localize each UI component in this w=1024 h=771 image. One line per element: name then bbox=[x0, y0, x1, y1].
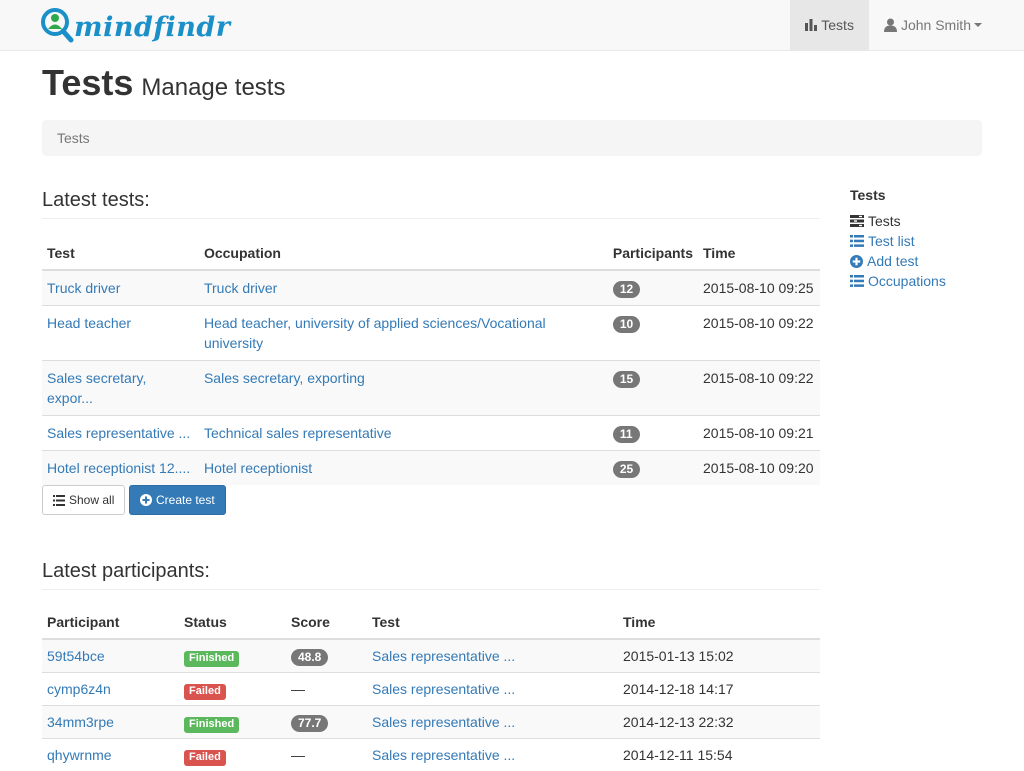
participants-badge: 12 bbox=[613, 281, 640, 298]
sidebar-item-label: Tests bbox=[868, 213, 901, 229]
occupation-link[interactable]: Sales secretary, exporting bbox=[204, 370, 365, 386]
participant-time: 2014-12-13 22:32 bbox=[618, 706, 820, 739]
sidebar-item-label: Add test bbox=[867, 253, 918, 269]
participants-badge: 11 bbox=[613, 426, 640, 443]
column-header-time: Time bbox=[618, 606, 820, 639]
test-time: 2015-08-10 09:21 bbox=[698, 416, 820, 451]
breadcrumb-current: Tests bbox=[57, 130, 90, 146]
participant-link[interactable]: qhywrnme bbox=[47, 747, 112, 763]
latest-participants-table: Participant Status Score Test Time 59t54… bbox=[42, 606, 820, 771]
create-test-label: Create test bbox=[156, 493, 215, 507]
participant-time: 2014-12-18 14:17 bbox=[618, 673, 820, 706]
magnifier-person-logo-icon bbox=[40, 7, 74, 45]
test-time: 2015-08-10 09:20 bbox=[698, 451, 820, 486]
plus-circle-icon bbox=[140, 494, 152, 506]
occupation-link[interactable]: Hotel receptionist bbox=[204, 460, 312, 476]
test-link[interactable]: Head teacher bbox=[47, 315, 131, 331]
list-icon bbox=[850, 275, 864, 287]
nav-tests-label: Tests bbox=[821, 17, 854, 33]
sidebar-item-label: Test list bbox=[868, 233, 915, 249]
table-row: Sales secretary, expor... Sales secretar… bbox=[42, 361, 820, 416]
column-header-test: Test bbox=[367, 606, 618, 639]
breadcrumb: Tests bbox=[42, 120, 982, 156]
nav-tests[interactable]: Tests bbox=[790, 0, 869, 50]
participant-link[interactable]: 59t54bce bbox=[47, 648, 105, 664]
page-header: Tests Manage tests bbox=[42, 62, 285, 104]
column-header-status: Status bbox=[179, 606, 286, 639]
table-row: Hotel receptionist 12.... Hotel receptio… bbox=[42, 451, 820, 486]
sidebar-item-label: Occupations bbox=[868, 273, 946, 289]
participants-badge: 15 bbox=[613, 371, 640, 388]
status-badge: Failed bbox=[184, 750, 226, 766]
test-link[interactable]: Truck driver bbox=[47, 280, 120, 296]
score-value: — bbox=[286, 673, 367, 706]
caret-down-icon bbox=[974, 23, 982, 27]
occupation-link[interactable]: Technical sales representative bbox=[204, 425, 392, 441]
table-row: Sales representative ... Technical sales… bbox=[42, 416, 820, 451]
sidebar: Tests Tests Test list Add test Occupatio… bbox=[850, 187, 1000, 291]
latest-participants-heading: Latest participants: bbox=[42, 560, 820, 590]
participants-badge: 25 bbox=[613, 461, 640, 478]
list-icon bbox=[53, 495, 65, 506]
page-title: Tests bbox=[42, 62, 133, 103]
test-time: 2015-08-10 09:25 bbox=[698, 270, 820, 306]
page-subtitle: Manage tests bbox=[141, 74, 285, 101]
table-row: 34mm3rpe Finished 77.7 Sales representat… bbox=[42, 706, 820, 739]
bar-chart-icon bbox=[805, 19, 817, 31]
table-row: Truck driver Truck driver 12 2015-08-10 … bbox=[42, 270, 820, 306]
score-value: — bbox=[286, 739, 367, 771]
table-row: 59t54bce Finished 48.8 Sales representat… bbox=[42, 639, 820, 673]
test-link[interactable]: Sales representative ... bbox=[47, 425, 190, 441]
test-link[interactable]: Sales representative ... bbox=[372, 681, 515, 697]
occupation-link[interactable]: Head teacher, university of applied scie… bbox=[204, 315, 546, 351]
latest-tests-table: Test Occupation Participants Time Truck … bbox=[42, 237, 820, 485]
column-header-participants: Participants bbox=[608, 237, 698, 270]
participant-link[interactable]: 34mm3rpe bbox=[47, 714, 114, 730]
test-link[interactable]: Sales representative ... bbox=[372, 648, 515, 664]
test-time: 2015-08-10 09:22 bbox=[698, 361, 820, 416]
test-link[interactable]: Sales representative ... bbox=[372, 714, 515, 730]
participants-badge: 10 bbox=[613, 316, 640, 333]
column-header-occupation: Occupation bbox=[199, 237, 608, 270]
sidebar-item-test-list[interactable]: Test list bbox=[850, 231, 1000, 251]
test-link[interactable]: Hotel receptionist 12.... bbox=[47, 460, 190, 476]
show-all-label: Show all bbox=[69, 493, 114, 507]
sidebar-title: Tests bbox=[850, 187, 1000, 203]
nav-user-dropdown[interactable]: John Smith bbox=[869, 0, 1024, 50]
score-badge: 48.8 bbox=[291, 649, 328, 666]
column-header-score: Score bbox=[286, 606, 367, 639]
column-header-participant: Participant bbox=[42, 606, 179, 639]
sidebar-item-add-test[interactable]: Add test bbox=[850, 251, 1000, 271]
nav-user-label: John Smith bbox=[901, 17, 971, 33]
top-navbar: mindfindr Tests John Smith bbox=[0, 0, 1024, 51]
status-badge: Failed bbox=[184, 684, 226, 700]
test-link[interactable]: Sales secretary, expor... bbox=[47, 370, 146, 406]
navbar-right: Tests John Smith bbox=[790, 0, 1024, 50]
brand-name: mindfindr bbox=[74, 12, 230, 43]
column-header-time: Time bbox=[698, 237, 820, 270]
create-test-button[interactable]: Create test bbox=[129, 485, 226, 515]
table-row: qhywrnme Failed — Sales representative .… bbox=[42, 739, 820, 771]
status-badge: Finished bbox=[184, 651, 239, 667]
brand-logo-link[interactable]: mindfindr bbox=[40, 7, 230, 45]
test-time: 2015-08-10 09:22 bbox=[698, 306, 820, 361]
occupation-link[interactable]: Truck driver bbox=[204, 280, 277, 296]
list-icon bbox=[850, 235, 864, 247]
sidebar-item-occupations[interactable]: Occupations bbox=[850, 271, 1000, 291]
status-badge: Finished bbox=[184, 717, 239, 733]
column-header-test: Test bbox=[42, 237, 199, 270]
user-icon bbox=[884, 18, 897, 32]
show-all-button[interactable]: Show all bbox=[42, 485, 125, 515]
table-row: Head teacher Head teacher, university of… bbox=[42, 306, 820, 361]
participant-time: 2014-12-11 15:54 bbox=[618, 739, 820, 771]
latest-tests-heading: Latest tests: bbox=[42, 189, 820, 219]
plus-circle-icon bbox=[850, 255, 863, 268]
score-badge: 77.7 bbox=[291, 715, 328, 732]
tasks-icon bbox=[850, 215, 864, 227]
participant-link[interactable]: cymp6z4n bbox=[47, 681, 111, 697]
sidebar-item-tests[interactable]: Tests bbox=[850, 211, 1000, 231]
table-row: cymp6z4n Failed — Sales representative .… bbox=[42, 673, 820, 706]
test-link[interactable]: Sales representative ... bbox=[372, 747, 515, 763]
participant-time: 2015-01-13 15:02 bbox=[618, 639, 820, 673]
